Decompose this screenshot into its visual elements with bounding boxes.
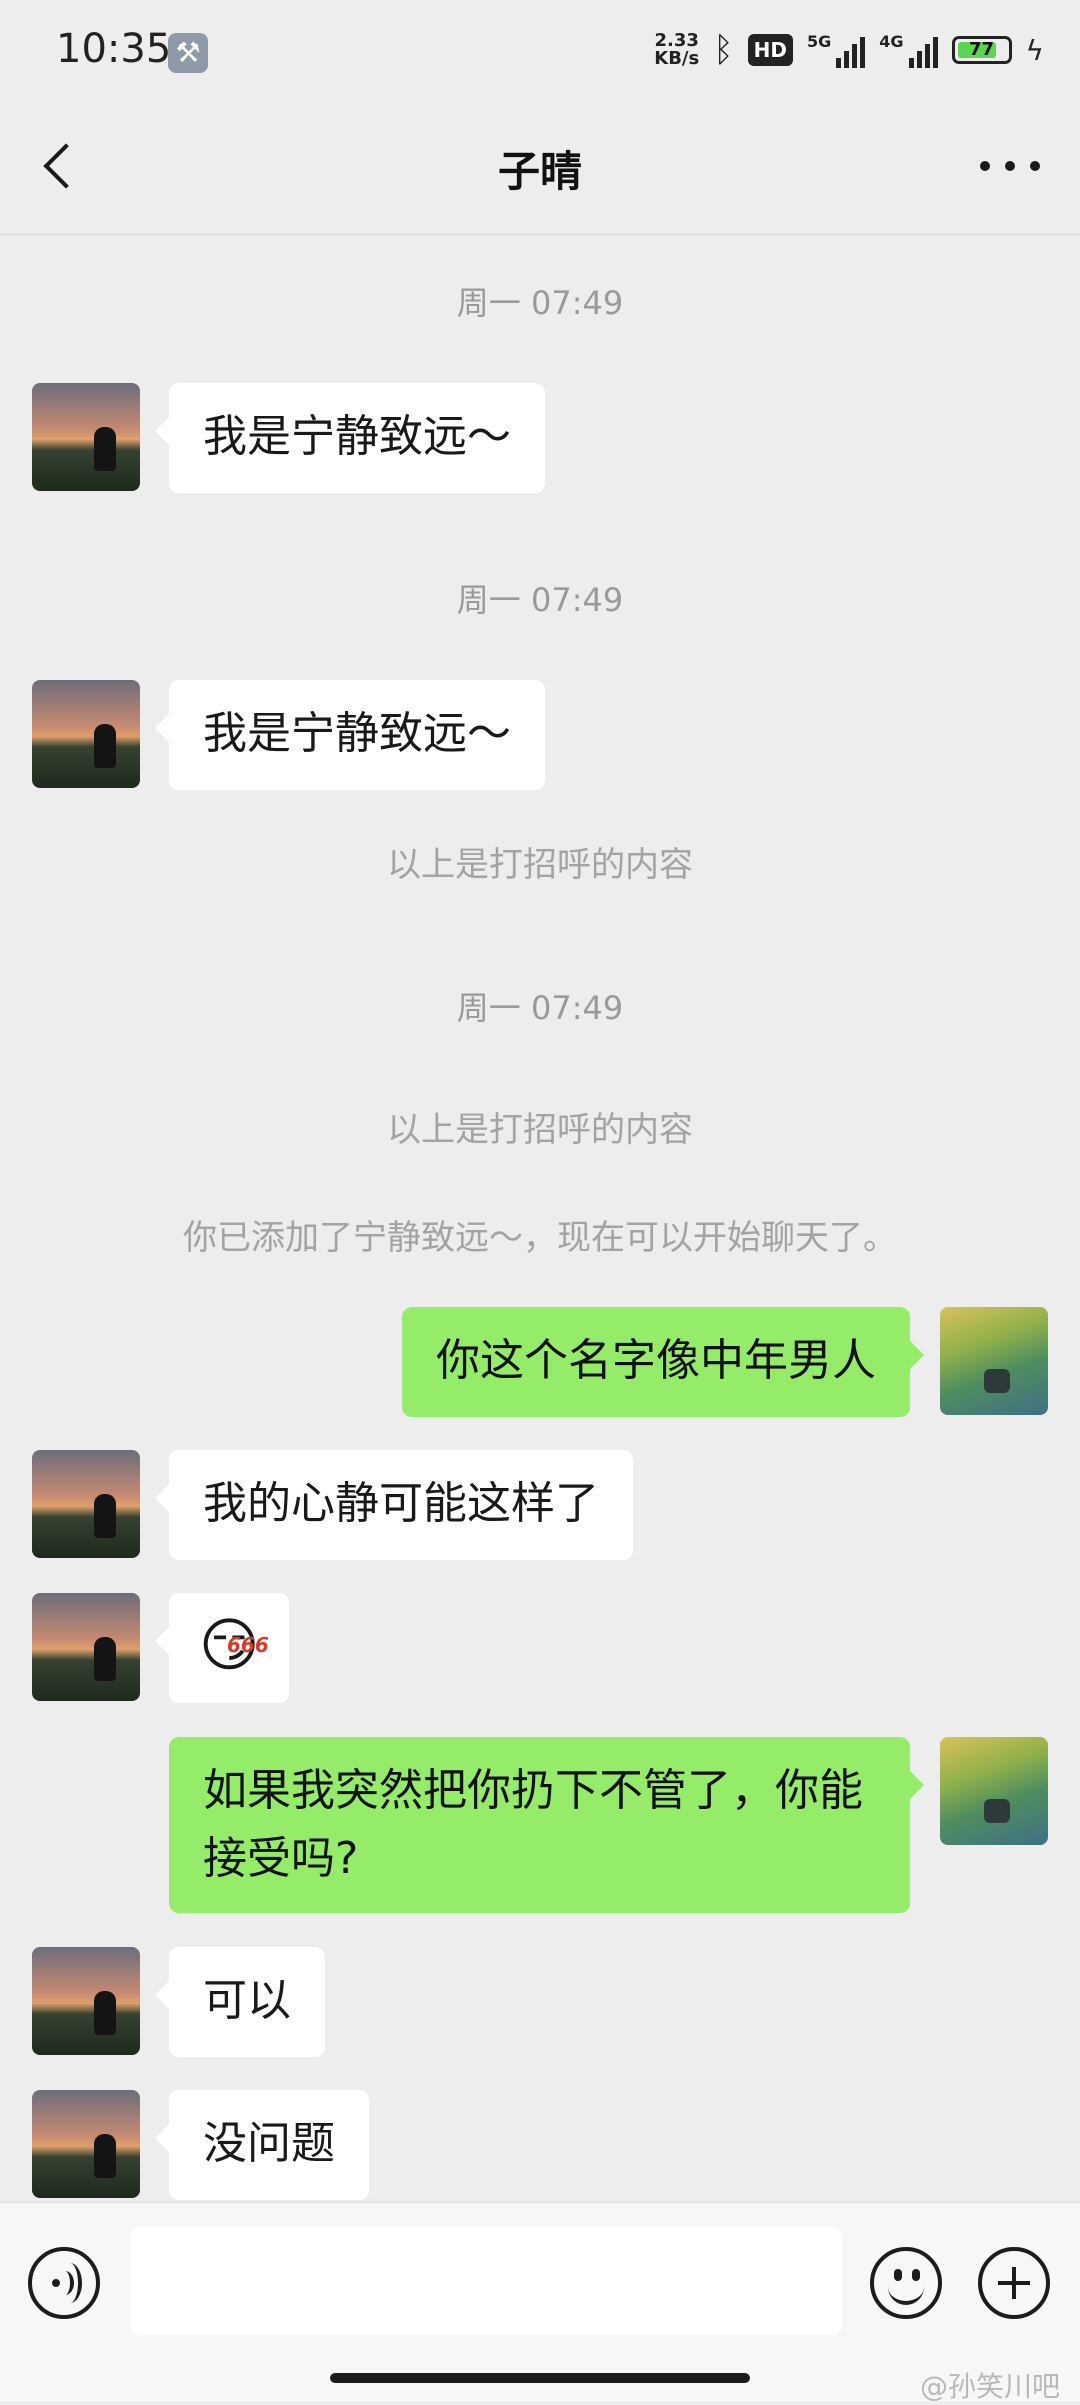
signal-4g-icon: 4G [879,32,938,68]
emoji-message[interactable]: 😏 666 [154,1593,290,1703]
message-input[interactable] [130,2227,842,2335]
incoming-message[interactable]: 我是宁静致远～ [155,680,545,790]
more-icon[interactable] [980,146,1040,186]
chat-title: 子晴 [497,147,582,196]
friend-avatar[interactable] [32,1947,140,2055]
input-bar: @孙笑川吧 [0,2202,1080,2403]
network-speed: 2.33 KB/s [654,32,699,68]
friend-avatar[interactable] [32,2090,140,2198]
voice-icon[interactable] [28,2247,100,2319]
timestamp: 周一 07:49 [456,284,624,322]
system-notice: 以上是打招呼的内容 [387,1110,693,1150]
battery-icon: 77 [951,36,1012,64]
friend-avatar[interactable] [32,680,140,788]
system-notice: 你已添加了宁静致远～，现在可以开始聊天了。 [183,1218,897,1258]
friend-avatar[interactable] [32,1593,140,1701]
network-speed-unit: KB/s [654,48,700,69]
incoming-message[interactable]: 我是宁静致远～ [155,383,545,493]
charging-icon: ϟ [1025,33,1044,67]
emoji-icon[interactable] [870,2247,942,2319]
timestamp: 周一 07:49 [456,989,624,1027]
watermark: @孙笑川吧 [919,2370,1060,2403]
status-indicators: 2.33 KB/s ᛒ HD 5G 4G 77 ϟ [654,30,1044,70]
plus-icon[interactable] [978,2247,1050,2319]
hd-badge: HD [747,34,793,66]
bluetooth-icon: ᛒ [713,30,734,70]
self-avatar[interactable] [940,1737,1048,1845]
wrench-icon: ⚒ [168,33,208,73]
signal-4g-label: 4G [879,32,904,51]
emoji-666-badge: 666 [227,1633,269,1657]
friend-avatar[interactable] [32,383,140,491]
incoming-message[interactable]: 可以 [155,1947,325,2057]
status-time: 10:35 [56,26,172,72]
signal-5g-label: 5G [806,32,832,51]
friend-avatar[interactable] [32,1450,140,1558]
incoming-message[interactable]: 没问题 [155,2090,369,2200]
outgoing-message[interactable]: 你这个名字像中年男人 [402,1307,924,1417]
home-indicator[interactable] [330,2373,750,2383]
status-bar: 10:35 ⚒ 2.33 KB/s ᛒ HD 5G 4G 77 ϟ [0,0,1080,100]
timestamp: 周一 07:49 [456,581,624,619]
system-notice: 以上是打招呼的内容 [387,845,693,885]
battery-level: 77 [968,39,995,60]
chat-header: 子晴 [0,100,1080,235]
message-list[interactable]: 周一 07:49 我是宁静致远～ 周一 07:49 我是宁静致远～ 以上是打招呼… [0,235,1080,2202]
signal-5g-icon: 5G [806,32,866,68]
outgoing-message[interactable]: 如果我突然把你扔下不管了，你能接受吗? [169,1737,924,1913]
self-avatar[interactable] [940,1307,1048,1415]
incoming-message[interactable]: 我的心静可能这样了 [155,1450,633,1560]
